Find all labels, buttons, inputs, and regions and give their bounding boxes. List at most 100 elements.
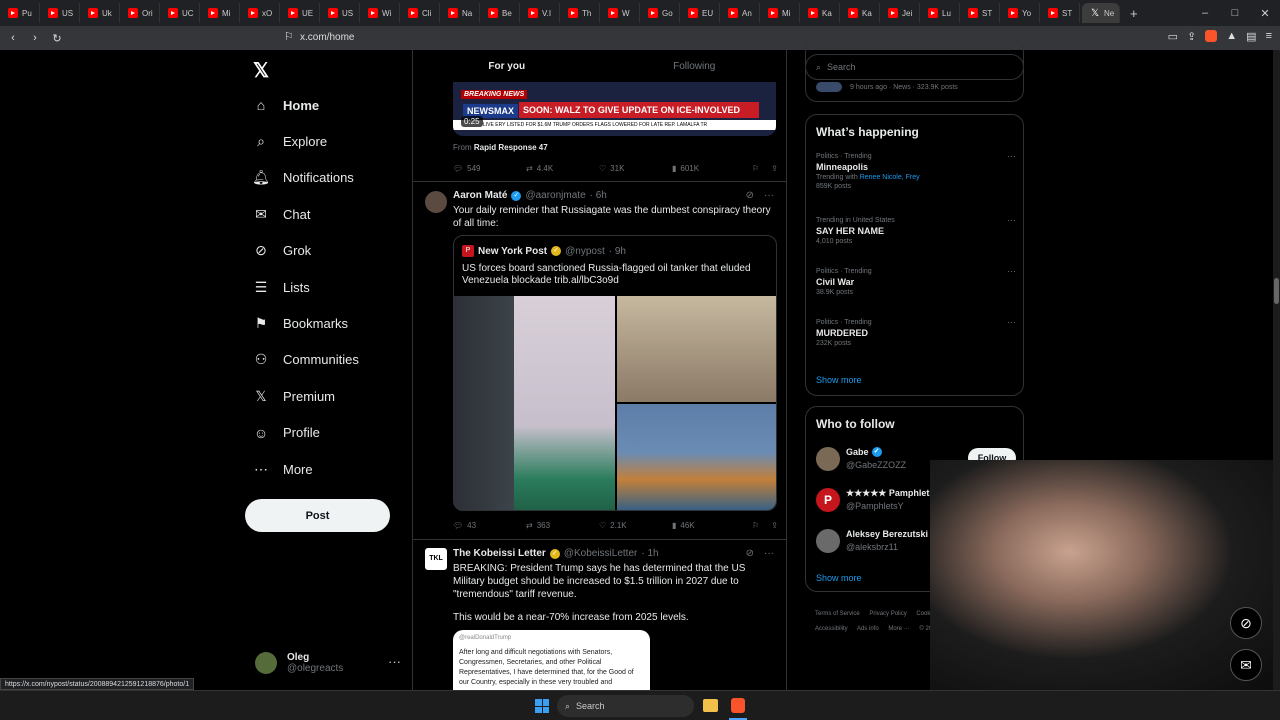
nav-item-communities[interactable]: ⚇ Communities <box>253 347 359 373</box>
more-dots-icon[interactable]: ··· <box>1007 317 1016 327</box>
browser-tab[interactable]: ST <box>960 3 1000 23</box>
trend-item[interactable]: Trending in United States SAY HER NAME 4,0… <box>816 215 1016 245</box>
show-more-link[interactable]: Show more <box>816 573 862 583</box>
quoted-post[interactable]: P New York Post ✓ @nypost · 9h US forces… <box>453 235 777 511</box>
browser-tab[interactable]: Uk <box>80 3 120 23</box>
scrollbar[interactable] <box>1273 50 1280 690</box>
screen-icon[interactable]: ▭ <box>1168 30 1178 43</box>
footer-link[interactable]: Terms of Service <box>815 611 860 617</box>
file-explorer-icon[interactable] <box>703 699 718 712</box>
author-handle[interactable]: @KobeissiLetter <box>564 548 638 559</box>
x-logo-icon[interactable]: 𝕏 <box>253 58 269 83</box>
account-switcher[interactable]: Oleg @olegreacts ··· <box>255 648 405 678</box>
repost-button[interactable]: ⇄ 4.4K <box>526 164 599 173</box>
windows-start-icon[interactable] <box>535 699 549 713</box>
url-field[interactable]: x.com/home <box>300 30 354 46</box>
browser-tab[interactable]: Lu <box>920 3 960 23</box>
browser-tab[interactable]: US <box>320 3 360 23</box>
nav-item-premium[interactable]: 𝕏 Premium <box>253 383 335 409</box>
window-minimize-button[interactable]: – <box>1190 7 1220 19</box>
more-dots-icon[interactable]: ··· <box>1007 215 1016 225</box>
footer-link[interactable]: More ··· <box>888 626 909 632</box>
menu-icon[interactable]: ≡ <box>1266 30 1272 43</box>
tweet-image[interactable]: @realDonaldTrump After long and difficul… <box>453 630 650 690</box>
browser-tab[interactable]: Yo <box>1000 3 1040 23</box>
photo-helicopter[interactable] <box>454 296 615 510</box>
browser-tab[interactable]: Ka <box>840 3 880 23</box>
browser-tab[interactable]: Wi <box>360 3 400 23</box>
browser-tab[interactable]: xO <box>240 3 280 23</box>
browser-tab[interactable]: Na <box>440 3 480 23</box>
browser-tab[interactable]: UC <box>160 3 200 23</box>
sidebar-icon[interactable]: ▤ <box>1246 30 1256 43</box>
tab-for-you[interactable]: For you <box>413 50 601 82</box>
share-icon[interactable]: ⇪ <box>771 521 778 530</box>
browser-tab[interactable]: Pu <box>0 3 40 23</box>
nav-item-notifications[interactable]: 🔔︎ Notifications <box>252 165 354 191</box>
new-tab-button[interactable]: + <box>1120 6 1138 21</box>
window-close-button[interactable]: ✕ <box>1250 7 1280 20</box>
browser-tab[interactable]: UE <box>280 3 320 23</box>
messages-float-icon[interactable]: ✉ <box>1230 649 1262 681</box>
window-maximize-button[interactable]: □ <box>1220 7 1250 19</box>
tab-following[interactable]: Following <box>601 50 787 82</box>
nav-item-bookmarks[interactable]: ⚑ Bookmarks <box>253 310 348 336</box>
trend-item[interactable]: Politics · Trending Minneapolis Trending w… <box>816 151 1016 190</box>
like-button[interactable]: ♡ 31K <box>599 164 672 173</box>
avatar[interactable] <box>425 191 447 213</box>
browser-tab[interactable]: An <box>720 3 760 23</box>
author-name[interactable]: The Kobeissi Letter <box>453 548 546 559</box>
brave-shield-icon[interactable] <box>1205 30 1218 42</box>
browser-tab[interactable]: US <box>40 3 80 23</box>
grok-icon[interactable]: ⊘ <box>746 548 754 559</box>
photo-arrest[interactable] <box>617 296 776 402</box>
post-time[interactable]: · 6h <box>590 190 607 201</box>
more-dots-icon[interactable]: ··· <box>764 190 774 201</box>
post-time[interactable]: · 1h <box>641 548 658 559</box>
browser-tab[interactable]: Ori <box>120 3 160 23</box>
footer-link[interactable]: Privacy Policy <box>869 611 906 617</box>
browser-tab[interactable]: Ka <box>800 3 840 23</box>
post-button[interactable]: Post <box>245 499 390 532</box>
back-icon[interactable]: ‹ <box>4 32 22 44</box>
browser-tab[interactable]: EU <box>680 3 720 23</box>
tab-active[interactable]: 𝕏 Ne <box>1082 3 1120 23</box>
footer-link[interactable]: Accessibility <box>815 626 848 632</box>
browser-tab[interactable]: V.I <box>520 3 560 23</box>
nav-item-explore[interactable]: ⌕ Explore <box>253 128 327 154</box>
forward-icon[interactable]: › <box>26 32 44 44</box>
author-handle[interactable]: @aaronjmate <box>525 190 585 201</box>
views-button[interactable]: ▮ 46K <box>672 521 745 530</box>
photo-tanker[interactable] <box>617 404 776 510</box>
browser-tab[interactable]: Mi <box>760 3 800 23</box>
reload-icon[interactable]: ↻ <box>48 32 66 45</box>
video-player[interactable]: BREAKING NEWS NEWSMAX SOON: WALZ TO GIVE… <box>453 82 776 136</box>
like-button[interactable]: ♡ 2.1K <box>599 521 672 530</box>
browser-tab[interactable]: W <box>600 3 640 23</box>
nav-item-grok[interactable]: ⊘ Grok <box>253 238 311 264</box>
rewards-icon[interactable]: ▲ <box>1226 30 1237 43</box>
avatar[interactable]: TKL <box>425 548 447 570</box>
reply-button[interactable]: 💬︎ 549 <box>453 164 526 173</box>
bookmark-icon[interactable]: ⚐ <box>752 521 759 530</box>
grok-icon[interactable]: ⊘ <box>746 190 754 201</box>
author-name[interactable]: Aaron Maté <box>453 190 507 201</box>
browser-tab[interactable]: Be <box>480 3 520 23</box>
more-dots-icon[interactable]: ··· <box>764 548 774 559</box>
browser-tab[interactable]: ST <box>1040 3 1080 23</box>
more-dots-icon[interactable]: ··· <box>388 654 401 669</box>
browser-tab[interactable]: Go <box>640 3 680 23</box>
source-account-link[interactable]: Rapid Response 47 <box>474 143 548 152</box>
brave-browser-icon[interactable] <box>729 698 747 720</box>
taskbar-search[interactable]: ⌕ Search <box>557 695 694 717</box>
views-button[interactable]: ▮ 601K <box>672 164 745 173</box>
repost-button[interactable]: ⇄ 363 <box>526 521 599 530</box>
nav-item-more[interactable]: ⋯ More <box>253 456 313 482</box>
trend-item[interactable]: Politics · Trending Civil War 38.9K posts ·… <box>816 266 1016 296</box>
share-icon[interactable]: ⇪ <box>771 164 778 173</box>
browser-tab[interactable]: Th <box>560 3 600 23</box>
share-icon[interactable]: ⇪ <box>1187 30 1196 43</box>
browser-tab[interactable]: Jei <box>880 3 920 23</box>
reply-button[interactable]: 💬︎ 43 <box>453 521 526 530</box>
more-dots-icon[interactable]: ··· <box>1007 151 1016 161</box>
